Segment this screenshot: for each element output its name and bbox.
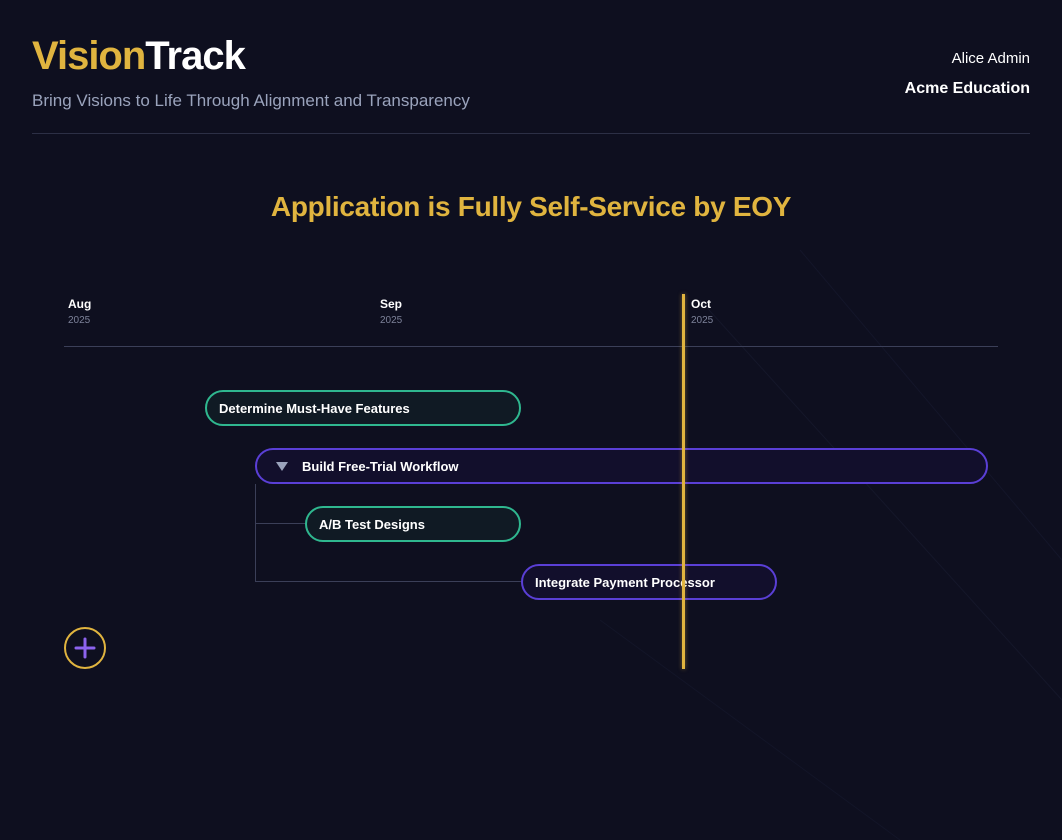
month-header-aug: Aug 2025 xyxy=(68,297,91,327)
timeline-item-label: Determine Must-Have Features xyxy=(219,400,410,416)
timeline: Aug 2025 Sep 2025 Oct 2025 Determine Mus… xyxy=(0,0,1062,840)
today-marker xyxy=(682,294,685,669)
timeline-item-build-free-trial[interactable]: Build Free-Trial Workflow xyxy=(255,448,988,484)
timeline-item-label: A/B Test Designs xyxy=(319,516,425,532)
timeline-axis xyxy=(64,346,998,347)
month-header-oct: Oct 2025 xyxy=(691,297,713,327)
timeline-item-payment-processor[interactable]: Integrate Payment Processor xyxy=(521,564,777,600)
timeline-item-label: Build Free-Trial Workflow xyxy=(302,458,459,474)
timeline-item-label: Integrate Payment Processor xyxy=(535,574,715,590)
group-connector-branch xyxy=(255,523,305,524)
month-name: Aug xyxy=(68,297,92,311)
timeline-item-determine-features[interactable]: Determine Must-Have Features xyxy=(205,390,521,426)
caret-down-icon[interactable] xyxy=(276,461,288,471)
plus-icon xyxy=(74,637,96,659)
month-name: Oct xyxy=(691,297,712,311)
month-year: 2025 xyxy=(68,315,91,326)
timeline-item-ab-test[interactable]: A/B Test Designs xyxy=(305,506,521,542)
month-name: Sep xyxy=(380,297,403,311)
month-year: 2025 xyxy=(380,315,403,326)
month-year: 2025 xyxy=(691,315,714,326)
add-item-button[interactable] xyxy=(64,627,106,669)
group-connector-vertical xyxy=(255,484,256,582)
group-connector-branch xyxy=(255,581,521,582)
month-header-sep: Sep 2025 xyxy=(380,297,402,327)
